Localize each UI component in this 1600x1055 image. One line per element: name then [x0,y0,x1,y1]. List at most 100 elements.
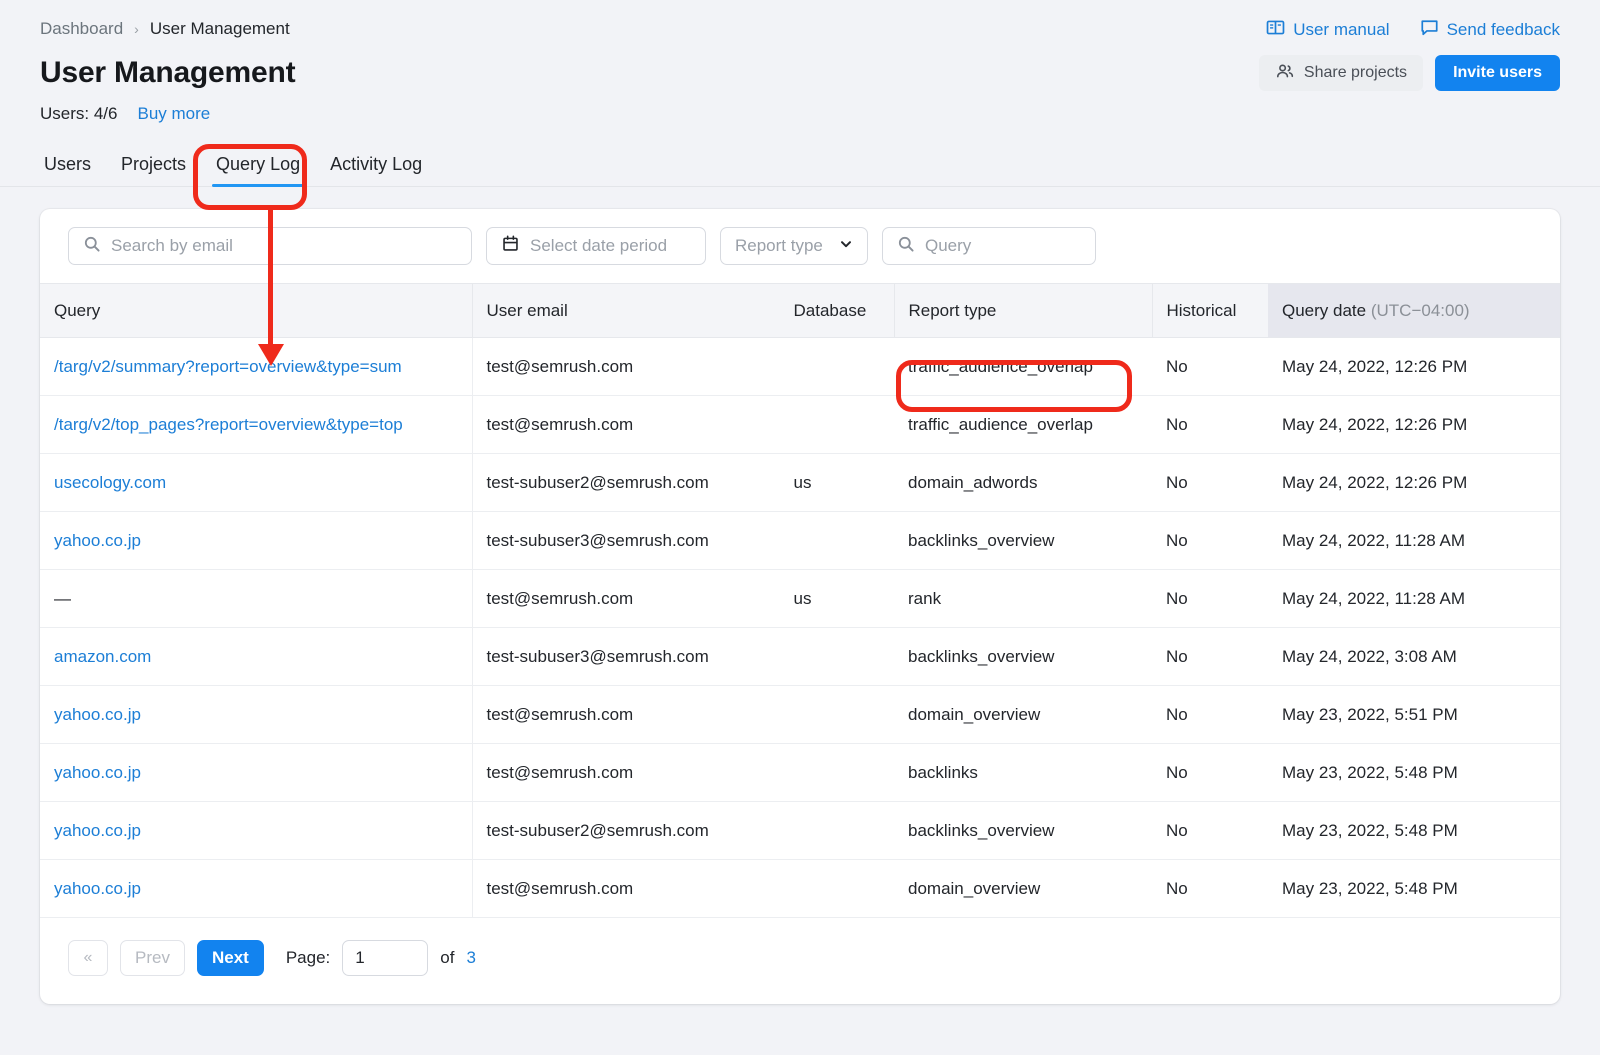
share-projects-label: Share projects [1304,64,1407,82]
query-log-card: Search by email Select date period Repor… [40,209,1560,1004]
query-empty-value: — [54,589,71,608]
date-period-placeholder: Select date period [530,236,667,256]
book-icon [1266,18,1285,42]
column-header-database[interactable]: Database [779,284,894,338]
user-manual-link[interactable]: User manual [1266,18,1389,42]
page-number-input[interactable] [342,940,428,976]
header-links: User manual Send feedback [1259,18,1560,42]
cell-historical: No [1152,686,1268,744]
cell-query-date: May 24, 2022, 12:26 PM [1268,454,1560,512]
table-row[interactable]: /targ/v2/top_pages?report=overview&type=… [40,396,1560,454]
users-quota-row: Users: 4/6 Buy more [40,103,1560,125]
query-search-input[interactable]: Query [882,227,1096,265]
header-buttons: Share projects Invite users [1259,55,1560,91]
query-link[interactable]: usecology.com [54,473,458,493]
tabs: Users Projects Query Log Activity Log [0,148,1600,186]
query-link[interactable]: yahoo.co.jp [54,879,458,899]
table-row[interactable]: /targ/v2/summary?report=overview&type=su… [40,338,1560,396]
tab-projects-label: Projects [121,154,186,174]
send-feedback-link[interactable]: Send feedback [1420,18,1560,42]
query-link[interactable]: yahoo.co.jp [54,531,458,551]
cell-user-email: test-subuser3@semrush.com [472,628,779,686]
column-header-query-date[interactable]: Query date (UTC−04:00) [1268,284,1560,338]
cell-database [779,396,894,454]
prev-page-label: Prev [135,948,170,968]
cell-historical: No [1152,570,1268,628]
table-row[interactable]: amazon.com test-subuser3@semrush.com bac… [40,628,1560,686]
table-row[interactable]: — test@semrush.com us rank No May 24, 20… [40,570,1560,628]
tab-query-log-label: Query Log [216,154,300,174]
user-manual-label: User manual [1293,20,1389,40]
cell-database [779,628,894,686]
query-link[interactable]: yahoo.co.jp [54,821,458,841]
invite-users-button[interactable]: Invite users [1435,55,1560,91]
column-header-query[interactable]: Query [40,284,472,338]
cell-historical: No [1152,628,1268,686]
query-link[interactable]: yahoo.co.jp [54,705,458,725]
cell-query-date: May 24, 2022, 12:26 PM [1268,396,1560,454]
table-row[interactable]: yahoo.co.jp test@semrush.com domain_over… [40,860,1560,918]
column-header-query-date-timezone: (UTC−04:00) [1371,301,1470,320]
query-link[interactable]: amazon.com [54,647,458,667]
query-link[interactable]: yahoo.co.jp [54,763,458,783]
query-link[interactable]: /targ/v2/summary?report=overview&type=su… [54,357,458,377]
column-header-report-type[interactable]: Report type [894,284,1152,338]
cell-report-type: backlinks_overview [894,802,1152,860]
next-page-button[interactable]: Next [197,940,264,976]
cell-report-type: traffic_audience_overlap [894,338,1152,396]
tab-users-label: Users [44,154,91,174]
report-type-select[interactable]: Report type [720,227,868,265]
table-row[interactable]: usecology.com test-subuser2@semrush.com … [40,454,1560,512]
tab-users[interactable]: Users [40,153,95,186]
table-row[interactable]: yahoo.co.jp test@semrush.com domain_over… [40,686,1560,744]
cell-query: yahoo.co.jp [40,802,472,860]
cell-user-email: test@semrush.com [472,396,779,454]
breadcrumb-dashboard[interactable]: Dashboard [40,18,123,40]
cell-query: /targ/v2/summary?report=overview&type=su… [40,338,472,396]
share-projects-button[interactable]: Share projects [1259,55,1423,91]
tabs-bar: Users Projects Query Log Activity Log [0,148,1600,187]
tab-activity-log[interactable]: Activity Log [326,153,426,186]
query-link[interactable]: /targ/v2/top_pages?report=overview&type=… [54,415,458,435]
cell-user-email: test@semrush.com [472,860,779,918]
column-header-database-label: Database [794,301,867,320]
cell-historical: No [1152,744,1268,802]
cell-user-email: test-subuser2@semrush.com [472,802,779,860]
column-header-historical[interactable]: Historical [1152,284,1268,338]
cell-query: yahoo.co.jp [40,512,472,570]
date-period-picker[interactable]: Select date period [486,227,706,265]
cell-query-date: May 24, 2022, 11:28 AM [1268,512,1560,570]
cell-report-type: backlinks [894,744,1152,802]
cell-query: yahoo.co.jp [40,686,472,744]
chevron-right-icon: › [134,18,139,40]
total-pages-link[interactable]: 3 [466,948,475,968]
cell-database [779,860,894,918]
column-header-query-date-label: Query date [1282,301,1366,320]
cell-query-date: May 24, 2022, 3:08 AM [1268,628,1560,686]
tab-query-log[interactable]: Query Log [212,153,304,186]
cell-query-date: May 23, 2022, 5:48 PM [1268,802,1560,860]
query-log-table: Query User email Database Report type Hi… [40,283,1560,918]
people-icon [1275,61,1295,86]
tab-projects[interactable]: Projects [117,153,190,186]
calendar-icon [501,234,520,258]
table-row[interactable]: yahoo.co.jp test-subuser2@semrush.com ba… [40,802,1560,860]
cell-user-email: test-subuser2@semrush.com [472,454,779,512]
prev-page-button[interactable]: Prev [120,940,185,976]
cell-query: usecology.com [40,454,472,512]
first-page-button[interactable]: « [68,940,108,976]
search-email-input[interactable]: Search by email [68,227,472,265]
table-row[interactable]: yahoo.co.jp test-subuser3@semrush.com ba… [40,512,1560,570]
column-header-user-email[interactable]: User email [472,284,779,338]
cell-database [779,744,894,802]
table-row[interactable]: yahoo.co.jp test@semrush.com backlinks N… [40,744,1560,802]
cell-database [779,512,894,570]
cell-historical: No [1152,338,1268,396]
header-actions: User manual Send feedback [1259,18,1560,91]
buy-more-link[interactable]: Buy more [137,103,210,125]
table-body: /targ/v2/summary?report=overview&type=su… [40,338,1560,918]
cell-report-type: domain_overview [894,860,1152,918]
cell-user-email: test@semrush.com [472,744,779,802]
search-icon [897,235,915,258]
filter-bar: Search by email Select date period Repor… [40,209,1560,283]
